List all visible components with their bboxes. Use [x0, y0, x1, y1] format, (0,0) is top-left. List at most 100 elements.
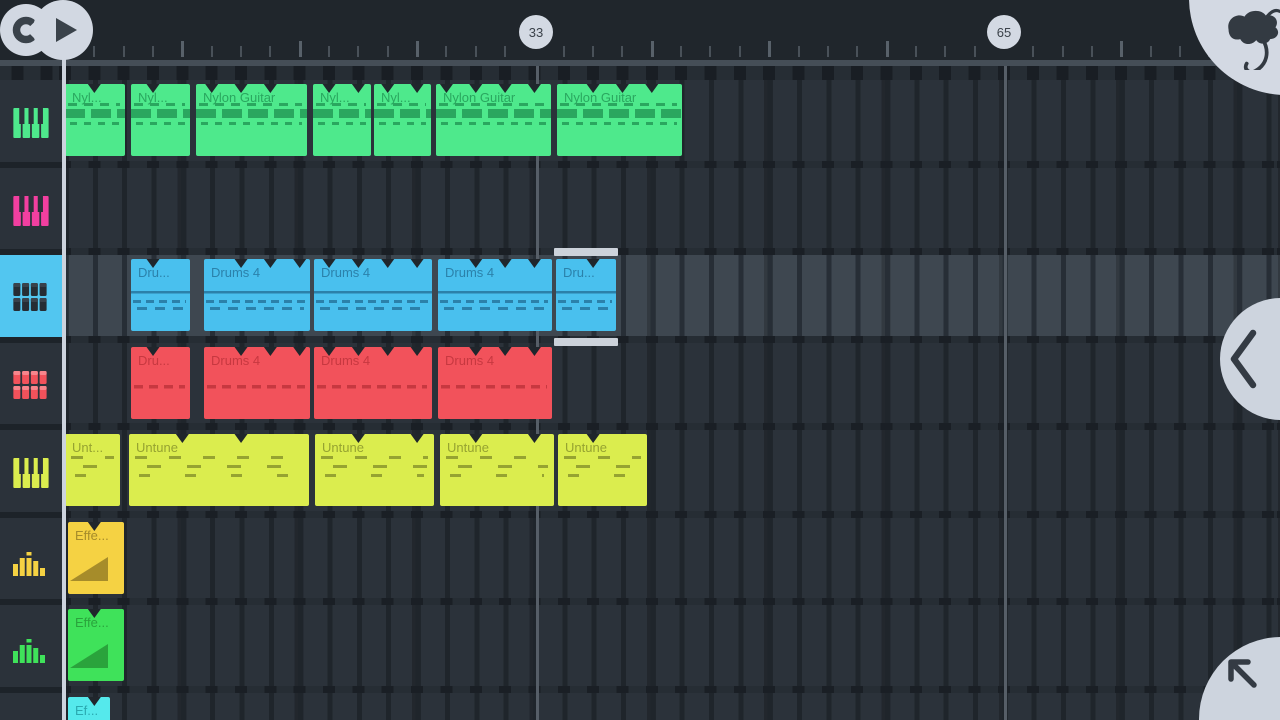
- clip-label: Nyl...: [374, 84, 431, 105]
- playlist-lane-track-2[interactable]: [62, 168, 1280, 256]
- ruler-tick: [592, 46, 594, 57]
- clip-label: Drums 4: [314, 347, 432, 368]
- clip-label: Effe...: [68, 609, 124, 630]
- clip-resize-handle[interactable]: [554, 248, 618, 256]
- ruler-tick: [475, 46, 477, 57]
- ruler-tick: [211, 46, 213, 57]
- pattern-clip[interactable]: Drums 4: [314, 259, 432, 331]
- pattern-clip[interactable]: Drums 4: [438, 259, 552, 331]
- fl-studio-logo-icon: [1220, 6, 1280, 70]
- pattern-clip[interactable]: Untune: [558, 434, 647, 506]
- ruler-tick: [181, 41, 184, 57]
- playhead-line[interactable]: [62, 54, 66, 720]
- ruler-tick: [563, 46, 565, 57]
- flstudio-playlist-view: Nyl...Nyl...Nylon GuitarNyl...Nyl...Nylo…: [0, 0, 1280, 720]
- chevron-left-icon: [1220, 298, 1280, 420]
- playlist-lane-track-8[interactable]: [62, 693, 1280, 720]
- ruler-tick: [152, 46, 154, 57]
- timeline-ruler[interactable]: [0, 0, 1280, 60]
- ruler-tick: [886, 41, 889, 57]
- track-header-track-8[interactable]: [0, 693, 62, 720]
- pattern-clip[interactable]: Dru...: [131, 259, 190, 331]
- ruler-tick: [798, 46, 800, 57]
- ruler-tick: [93, 46, 95, 57]
- ruler-tick: [709, 46, 711, 57]
- track-header-sidebar: [0, 80, 62, 720]
- automation-ramp-icon: [70, 555, 110, 583]
- play-icon: [33, 0, 93, 60]
- clip-label: Drums 4: [314, 259, 432, 280]
- clip-label: Drums 4: [438, 259, 552, 280]
- clip-label: Drums 4: [204, 347, 310, 368]
- nav-corner-button[interactable]: [1199, 637, 1280, 720]
- playlist-lane-track-7[interactable]: [62, 605, 1280, 693]
- clip-label: Drums 4: [438, 347, 552, 368]
- pattern-clip[interactable]: Nyl...: [374, 84, 431, 156]
- playlist-lane-track-6[interactable]: [62, 518, 1280, 606]
- clip-label: Nylon Guitar: [196, 84, 307, 105]
- pattern-clip[interactable]: Untune: [129, 434, 309, 506]
- track-header-track-6[interactable]: [0, 518, 62, 606]
- ruler-tick: [328, 46, 330, 57]
- pattern-clip[interactable]: Nylon Guitar: [557, 84, 682, 156]
- pattern-clip[interactable]: Drums 4: [204, 347, 310, 419]
- pattern-clip[interactable]: Dru...: [556, 259, 616, 331]
- pattern-clip[interactable]: Nylon Guitar: [196, 84, 307, 156]
- arrow-up-left-icon: [1199, 637, 1280, 720]
- pattern-clip[interactable]: Ef...: [68, 697, 110, 720]
- pattern-clip[interactable]: Nyl...: [313, 84, 371, 156]
- clip-label: Dru...: [131, 259, 190, 280]
- track-header-track-7[interactable]: [0, 605, 62, 693]
- ruler-tick: [768, 41, 771, 57]
- track-header-track-5[interactable]: [0, 430, 62, 518]
- bar-65-line: [1004, 66, 1007, 720]
- ruler-tick: [1032, 46, 1034, 57]
- pattern-clip[interactable]: Effe...: [68, 522, 124, 594]
- ruler-tick: [621, 46, 623, 57]
- pattern-clip[interactable]: Unt...: [65, 434, 120, 506]
- header-dash-strip: [0, 66, 1280, 80]
- pattern-clip[interactable]: Nylon Guitar: [436, 84, 551, 156]
- nav-back-button[interactable]: [1220, 298, 1280, 420]
- pattern-clip[interactable]: Drums 4: [314, 347, 432, 419]
- pattern-clip[interactable]: Drums 4: [204, 259, 310, 331]
- pattern-clip[interactable]: Nyl...: [131, 84, 190, 156]
- track-header-track-3[interactable]: [0, 255, 62, 343]
- track-header-track-4[interactable]: [0, 343, 62, 431]
- ruler-tick: [240, 46, 242, 57]
- play-button[interactable]: [33, 0, 93, 60]
- pattern-clip[interactable]: Nyl...: [65, 84, 125, 156]
- clip-label: Dru...: [131, 347, 190, 368]
- clip-resize-handle[interactable]: [554, 338, 618, 346]
- ruler-tick: [974, 46, 976, 57]
- ruler-tick: [856, 46, 858, 57]
- clip-label: Nyl...: [65, 84, 125, 105]
- ruler-tick: [739, 46, 741, 57]
- ruler-tick: [269, 46, 271, 57]
- bar-marker-badge[interactable]: 33: [519, 15, 553, 49]
- ruler-tick: [123, 46, 125, 57]
- pattern-clip[interactable]: Effe...: [68, 609, 124, 681]
- ruler-tick: [915, 46, 917, 57]
- track-header-track-2[interactable]: [0, 168, 62, 256]
- ruler-tick: [680, 46, 682, 57]
- clip-label: Untune: [315, 434, 434, 455]
- ruler-tick: [1091, 46, 1093, 57]
- ruler-tick: [387, 46, 389, 57]
- ruler-tick: [416, 41, 419, 57]
- ruler-tick: [827, 46, 829, 57]
- track-header-track-1[interactable]: [0, 80, 62, 168]
- clip-label: Untune: [558, 434, 647, 455]
- clip-label: Ef...: [68, 697, 110, 718]
- ruler-tick: [504, 46, 506, 57]
- ruler-tick: [651, 41, 654, 57]
- clip-label: Nylon Guitar: [436, 84, 551, 105]
- pattern-clip[interactable]: Drums 4: [438, 347, 552, 419]
- pattern-clip[interactable]: Untune: [440, 434, 554, 506]
- pattern-clip[interactable]: Untune: [315, 434, 434, 506]
- ruler-tick: [944, 46, 946, 57]
- clip-label: Nyl...: [131, 84, 190, 105]
- pattern-clip[interactable]: Dru...: [131, 347, 190, 419]
- automation-ramp-icon: [70, 642, 110, 670]
- bar-marker-badge[interactable]: 65: [987, 15, 1021, 49]
